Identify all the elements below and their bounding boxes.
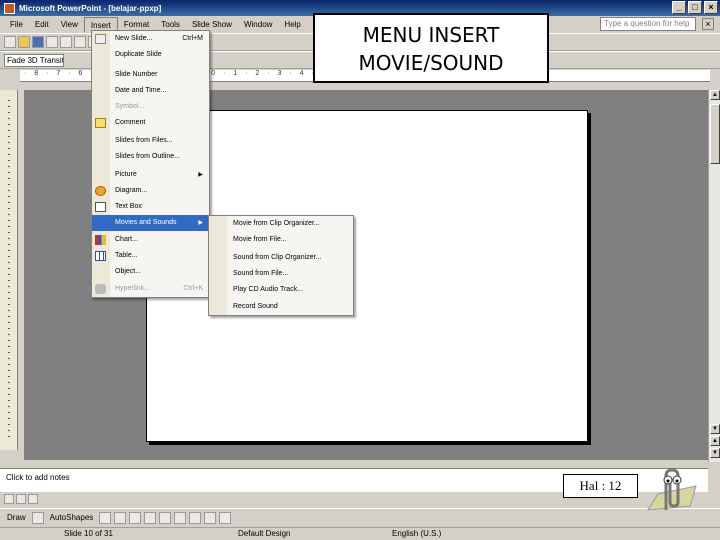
vertical-scrollbar[interactable]: ▲ ▼ ▲ ▼ — [708, 90, 720, 462]
view-buttons — [4, 494, 38, 504]
menu-item-date-time[interactable]: Date and Time... — [92, 83, 209, 99]
menu-item-diagram[interactable]: Diagram... — [92, 183, 209, 199]
fill-color-icon[interactable] — [189, 511, 202, 524]
comment-icon — [95, 118, 106, 128]
submenu-item-sound-from-file[interactable]: Sound from File... — [209, 266, 353, 282]
menu-item-chart[interactable]: Chart... — [92, 232, 209, 248]
minimize-button[interactable]: _ — [672, 1, 686, 14]
callout-line-2: MOVIE/SOUND — [358, 51, 504, 75]
scroll-up-icon[interactable]: ▲ — [710, 90, 720, 100]
status-language: English (U.S.) — [392, 529, 442, 538]
slideshow-view-icon[interactable] — [28, 494, 38, 504]
hyperlink-icon — [95, 284, 106, 294]
movies-sounds-submenu: Movie from Clip Organizer... Movie from … — [208, 215, 354, 316]
menu-item-movies-and-sounds[interactable]: Movies and Sounds ▶ — [92, 215, 209, 231]
chart-icon — [95, 235, 106, 245]
menu-item-text-box[interactable]: Text Box — [92, 199, 209, 215]
submenu-item-play-cd-audio[interactable]: Play CD Audio Track... — [209, 282, 353, 298]
autoshapes-button[interactable]: AutoShapes — [47, 513, 97, 522]
insert-menu: New Slide... Ctrl+M Duplicate Slide Slide… — [91, 30, 210, 298]
new-slide-icon — [95, 34, 106, 44]
callout-label: MENU INSERT MOVIE/SOUND — [313, 13, 549, 83]
textbox-icon[interactable] — [159, 511, 172, 524]
new-icon[interactable] — [4, 36, 16, 48]
question-input[interactable]: Type a question for help — [600, 17, 696, 31]
drawing-toolbar: Draw AutoShapes — [0, 508, 720, 526]
submenu-item-movie-from-file[interactable]: Movie from File... — [209, 232, 353, 248]
menu-window[interactable]: Window — [238, 17, 278, 32]
page-number-label: Hal : 12 — [563, 474, 638, 498]
table-icon — [95, 251, 106, 261]
status-slide: Slide 10 of 31 — [64, 529, 113, 538]
rectangle-icon[interactable] — [129, 511, 142, 524]
submenu-arrow-icon: ▶ — [198, 220, 203, 226]
maximize-button[interactable]: □ — [688, 1, 702, 14]
submenu-item-movie-clip-organizer[interactable]: Movie from Clip Organizer... — [209, 216, 353, 232]
transition-select[interactable]: Fade 3D Transition — [4, 53, 64, 67]
vertical-ruler — [0, 90, 18, 450]
scroll-down-icon[interactable]: ▼ — [710, 424, 720, 434]
draw-menu-button[interactable]: Draw — [4, 513, 29, 522]
menu-item-comment[interactable]: Comment — [92, 115, 209, 131]
next-slide-icon[interactable]: ▼ — [710, 448, 720, 458]
email-icon[interactable] — [46, 36, 58, 48]
diagram-icon — [95, 186, 106, 196]
submenu-arrow-icon: ▶ — [198, 172, 203, 178]
document-close-icon[interactable]: × — [702, 18, 714, 30]
scroll-thumb[interactable] — [710, 104, 720, 164]
textbox-menu-icon — [95, 202, 106, 212]
open-icon[interactable] — [18, 36, 30, 48]
font-color-icon[interactable] — [219, 511, 232, 524]
normal-view-icon[interactable] — [4, 494, 14, 504]
save-icon[interactable] — [32, 36, 44, 48]
menu-file[interactable]: File — [4, 17, 29, 32]
menu-item-new-slide[interactable]: New Slide... Ctrl+M — [92, 31, 209, 47]
callout-line-1: MENU INSERT — [362, 23, 500, 47]
menu-item-slides-from-outline[interactable]: Slides from Outline... — [92, 149, 209, 165]
wordart-icon[interactable] — [174, 511, 187, 524]
menu-item-symbol: Symbol... — [115, 103, 145, 110]
arrow-icon[interactable] — [114, 511, 127, 524]
menu-item-hyperlink: Hyperlink... Ctrl+K — [92, 281, 209, 297]
powerpoint-icon — [4, 2, 15, 14]
menu-item-picture[interactable]: Picture ▶ — [92, 167, 209, 183]
close-button[interactable]: × — [704, 1, 718, 14]
line-color-icon[interactable] — [204, 511, 217, 524]
office-assistant-paperclip-icon[interactable] — [640, 466, 700, 514]
menu-item-object[interactable]: Object... — [92, 264, 209, 280]
sorter-view-icon[interactable] — [16, 494, 26, 504]
submenu-item-sound-clip-organizer[interactable]: Sound from Clip Organizer... — [209, 250, 353, 266]
preview-icon[interactable] — [74, 36, 86, 48]
menu-item-table[interactable]: Table... — [92, 248, 209, 264]
menu-item-slide-number[interactable]: Slide Number — [92, 67, 209, 83]
window-title: Microsoft PowerPoint - [belajar-ppxp] — [19, 3, 162, 13]
menu-help[interactable]: Help — [278, 17, 306, 32]
submenu-item-record-sound[interactable]: Record Sound — [209, 299, 353, 315]
line-icon[interactable] — [99, 511, 112, 524]
oval-icon[interactable] — [144, 511, 157, 524]
menu-edit[interactable]: Edit — [29, 17, 55, 32]
select-pointer-icon[interactable] — [31, 511, 44, 524]
print-icon[interactable] — [60, 36, 72, 48]
menu-item-slides-from-files[interactable]: Slides from Files... — [92, 133, 209, 149]
menu-view[interactable]: View — [55, 17, 84, 32]
status-design: Default Design — [238, 529, 291, 538]
status-bar: Slide 10 of 31 Default Design English (U… — [0, 527, 720, 540]
menu-item-duplicate-slide[interactable]: Duplicate Slide — [92, 47, 209, 63]
previous-slide-icon[interactable]: ▲ — [710, 436, 720, 446]
notes-placeholder: Click to add notes — [6, 473, 70, 482]
